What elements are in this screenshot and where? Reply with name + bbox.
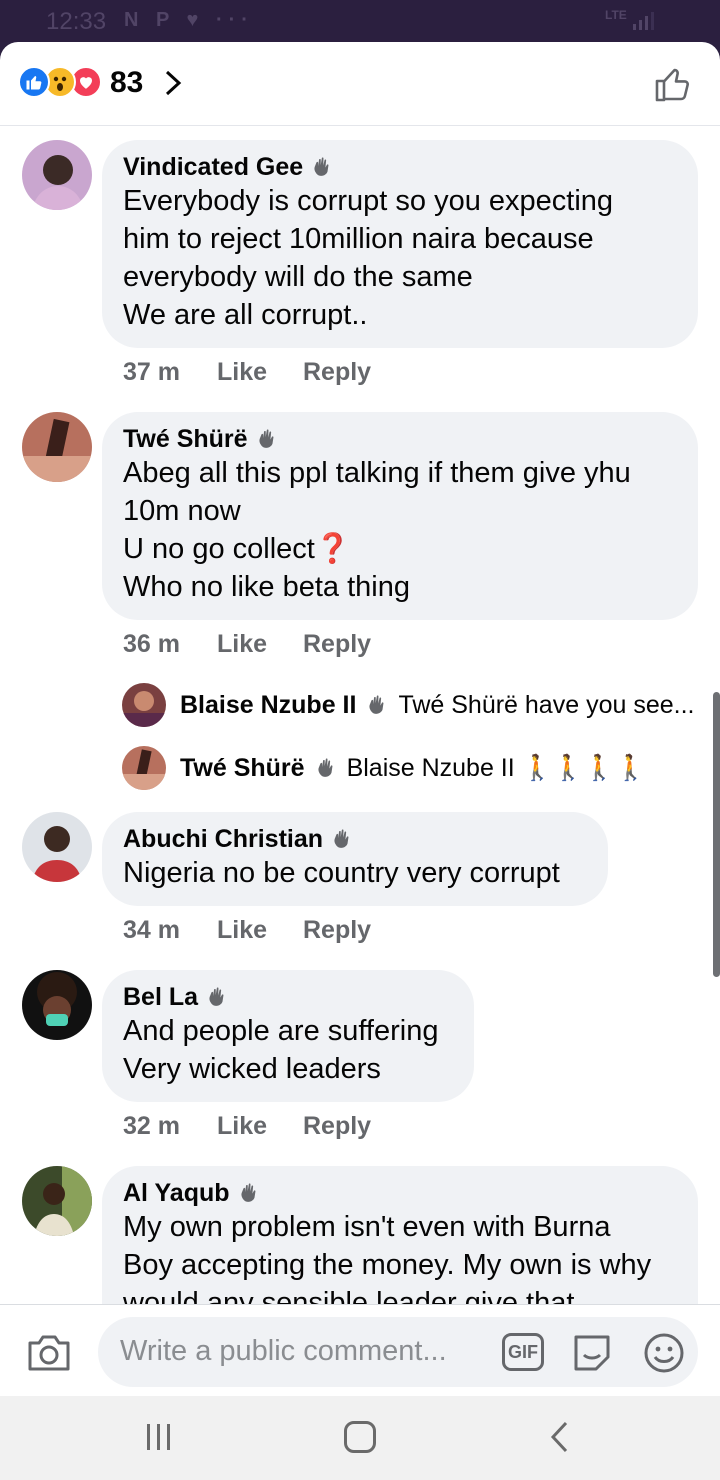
comment-author[interactable]: Abuchi Christian [123, 824, 323, 854]
wave-icon [209, 987, 224, 1006]
recent-apps-icon[interactable] [145, 1424, 173, 1450]
camera-icon[interactable] [26, 1331, 72, 1373]
comment-text: Abeg all this ppl talking if them give y… [123, 457, 631, 603]
comment-time[interactable]: 32 m [123, 1112, 217, 1141]
status-bar: 12:33 N P ♥ ··· LTE [0, 0, 720, 42]
emoji-icon[interactable] [642, 1331, 686, 1375]
comment-text: And people are suffering Very wicked lea… [123, 1015, 439, 1085]
gif-button[interactable]: GIF [502, 1333, 544, 1371]
reactions-header: 83 [0, 42, 720, 126]
avatar[interactable] [22, 812, 92, 882]
comment-actions: 36 m Like Reply [123, 630, 371, 659]
comment-time[interactable]: 37 m [123, 358, 217, 387]
comment-bubble[interactable]: Al Yaqub My own problem isn't even with … [102, 1166, 698, 1304]
status-time: 12:33 [46, 8, 107, 35]
avatar[interactable] [122, 746, 166, 790]
scrollbar[interactable] [713, 692, 720, 977]
comment-input[interactable]: Write a public comment... GIF [98, 1317, 698, 1387]
reply-preview[interactable]: Blaise Nzube II Twé Shürë have you see..… [122, 683, 694, 727]
reply-author[interactable]: Twé Shürë [180, 754, 305, 783]
wave-icon [334, 829, 349, 848]
wave-icon [317, 758, 333, 777]
comment-text: My own problem isn't even with Burna Boy… [123, 1211, 652, 1304]
sticker-icon[interactable] [570, 1331, 614, 1375]
reply-button[interactable]: Reply [303, 1112, 371, 1141]
like-button[interactable]: Like [217, 1112, 303, 1141]
like-icon [18, 66, 50, 98]
comment-author[interactable]: Vindicated Gee [123, 152, 303, 182]
reply-author[interactable]: Blaise Nzube II [180, 691, 356, 720]
reply-preview[interactable]: Twé Shürë Blaise Nzube II 🚶🚶🚶🚶 [122, 746, 646, 790]
comment-time[interactable]: 36 m [123, 630, 217, 659]
comment-bubble[interactable]: Abuchi Christian Nigeria no be country v… [102, 812, 608, 906]
back-icon[interactable] [548, 1420, 572, 1454]
like-post-button[interactable] [652, 64, 692, 104]
comment-actions: 32 m Like Reply [123, 1112, 371, 1141]
reaction-count[interactable]: 83 [110, 66, 143, 100]
wave-icon [369, 695, 384, 714]
chevron-right-icon[interactable] [160, 68, 186, 98]
system-nav-bar [0, 1396, 720, 1480]
like-button[interactable]: Like [217, 630, 303, 659]
comment-author[interactable]: Twé Shürë [123, 424, 248, 454]
avatar[interactable] [22, 970, 92, 1040]
like-button[interactable]: Like [217, 916, 303, 945]
comment-time[interactable]: 34 m [123, 916, 217, 945]
wave-icon [240, 1183, 255, 1202]
comment-bubble[interactable]: Vindicated Gee Everybody is corrupt so y… [102, 140, 698, 348]
reply-text: Blaise Nzube II 🚶🚶🚶🚶 [346, 753, 647, 782]
avatar[interactable] [22, 412, 92, 482]
like-button[interactable]: Like [217, 358, 303, 387]
reply-button[interactable]: Reply [303, 630, 371, 659]
wave-icon [258, 429, 274, 448]
signal-icon [633, 12, 654, 30]
comment-actions: 37 m Like Reply [123, 358, 371, 387]
comment-author[interactable]: Bel La [123, 982, 198, 1012]
reply-button[interactable]: Reply [303, 916, 371, 945]
reply-text: Twé Shürë have you see... [398, 690, 695, 719]
reply-button[interactable]: Reply [303, 358, 371, 387]
home-icon[interactable] [344, 1421, 376, 1453]
comments-list: Vindicated Gee Everybody is corrupt so y… [0, 128, 720, 1304]
comment-text: Nigeria no be country very corrupt [123, 857, 560, 889]
avatar[interactable] [22, 140, 92, 210]
comment-bubble[interactable]: Twé Shürë Abeg all this ppl talking if t… [102, 412, 698, 620]
avatar[interactable] [22, 1166, 92, 1236]
wave-icon [314, 157, 329, 176]
avatar[interactable] [122, 683, 166, 727]
comment-placeholder: Write a public comment... [120, 1335, 447, 1367]
comment-composer: Write a public comment... GIF [0, 1304, 720, 1396]
network-type: LTE [605, 8, 627, 22]
comment-author[interactable]: Al Yaqub [123, 1178, 230, 1208]
comment-bubble[interactable]: Bel La And people are suffering Very wic… [102, 970, 474, 1102]
notification-icons: N P ♥ ··· [124, 9, 254, 31]
comment-text: Everybody is corrupt so you expecting hi… [123, 185, 614, 331]
comment-actions: 34 m Like Reply [123, 916, 371, 945]
comments-sheet: 83 Vindicated Gee Everybody is corrupt s… [0, 42, 720, 1396]
